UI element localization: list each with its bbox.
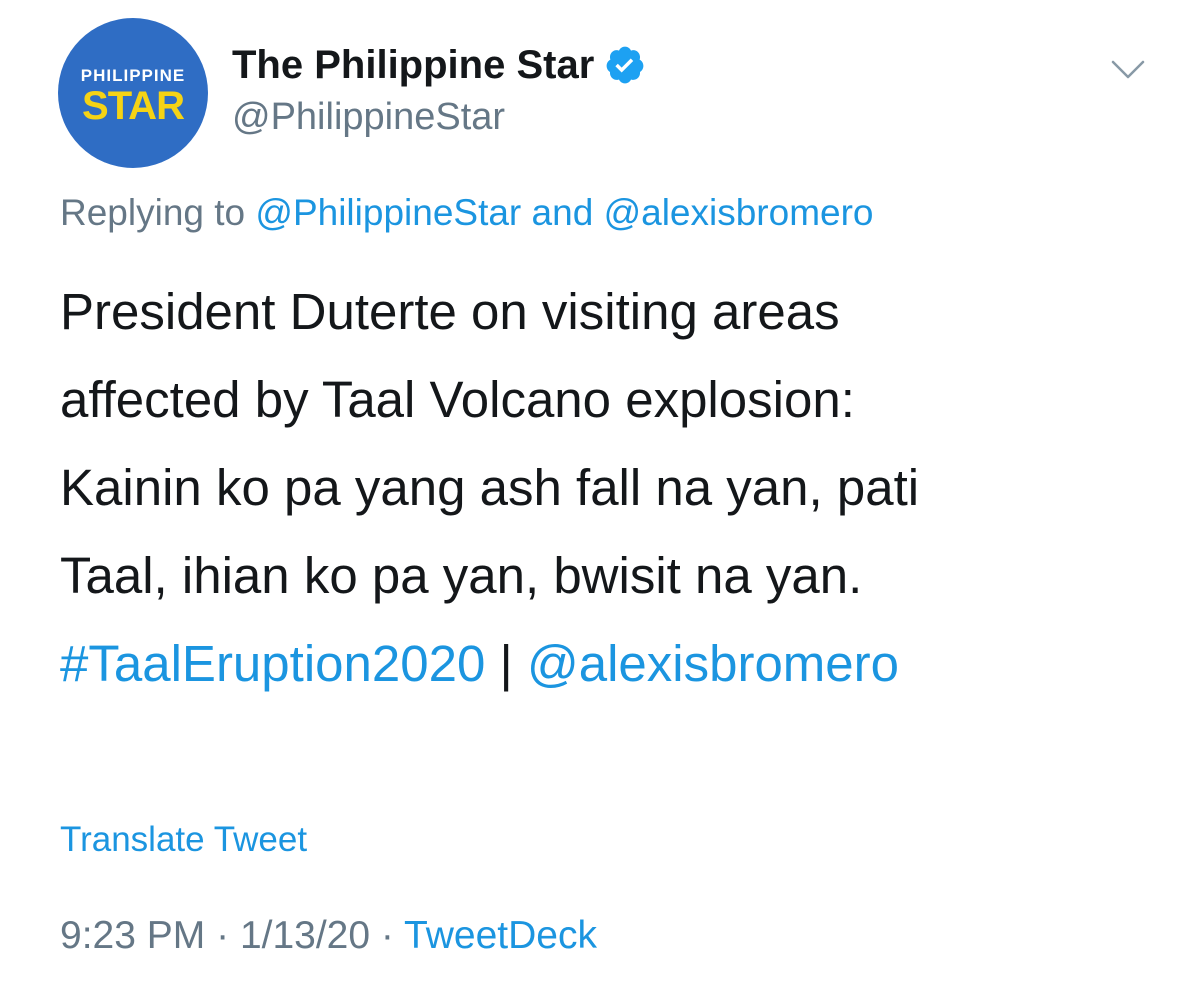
replying-to-and: and: [531, 192, 594, 233]
meta-separator: ·: [216, 914, 230, 957]
tweet-text-line: Taal, ihian ko pa yan, bwisit na yan.: [60, 547, 863, 604]
tags-separator: |: [499, 635, 513, 692]
tweet-source-link[interactable]: TweetDeck: [404, 914, 597, 957]
tweet-date[interactable]: 1/13/20: [240, 914, 370, 957]
author-handle[interactable]: @PhilippineStar: [232, 96, 646, 139]
display-name-row: The Philippine Star: [232, 40, 646, 90]
verified-badge-icon: [604, 44, 646, 86]
tweet-metadata: 9:23 PM · 1/13/20 · TweetDeck: [60, 914, 597, 958]
replying-to-label: Replying to: [60, 192, 246, 233]
tweet-time[interactable]: 9:23 PM: [60, 914, 205, 957]
mention-link[interactable]: @alexisbromero: [527, 635, 899, 692]
meta-separator: ·: [380, 914, 394, 957]
replying-to-user-link[interactable]: @alexisbromero: [604, 192, 874, 233]
tweet-text: President Duterte on visiting areas affe…: [60, 268, 1140, 708]
hashtag-link[interactable]: #TaalEruption2020: [60, 635, 485, 692]
tweet-text-line: President Duterte on visiting areas: [60, 283, 840, 340]
replying-to-user-link[interactable]: @PhilippineStar: [255, 192, 521, 233]
tweet-tags-line: #TaalEruption2020 | @alexisbromero: [60, 620, 1140, 708]
chevron-down-icon[interactable]: [1110, 58, 1146, 82]
author-header: The Philippine Star @PhilippineStar: [232, 40, 646, 139]
tweet: PHILIPPINE STAR The Philippine Star @Phi…: [0, 0, 1200, 1003]
avatar[interactable]: PHILIPPINE STAR: [58, 18, 208, 168]
tweet-text-line: Kainin ko pa yang ash fall na yan, pati: [60, 459, 920, 516]
translate-tweet-link[interactable]: Translate Tweet: [60, 820, 307, 860]
display-name[interactable]: The Philippine Star: [232, 43, 594, 88]
avatar-logo-text-bottom: STAR: [82, 84, 185, 128]
tweet-text-line: affected by Taal Volcano explosion:: [60, 371, 855, 428]
replying-to: Replying to @PhilippineStar and @alexisb…: [60, 192, 874, 234]
